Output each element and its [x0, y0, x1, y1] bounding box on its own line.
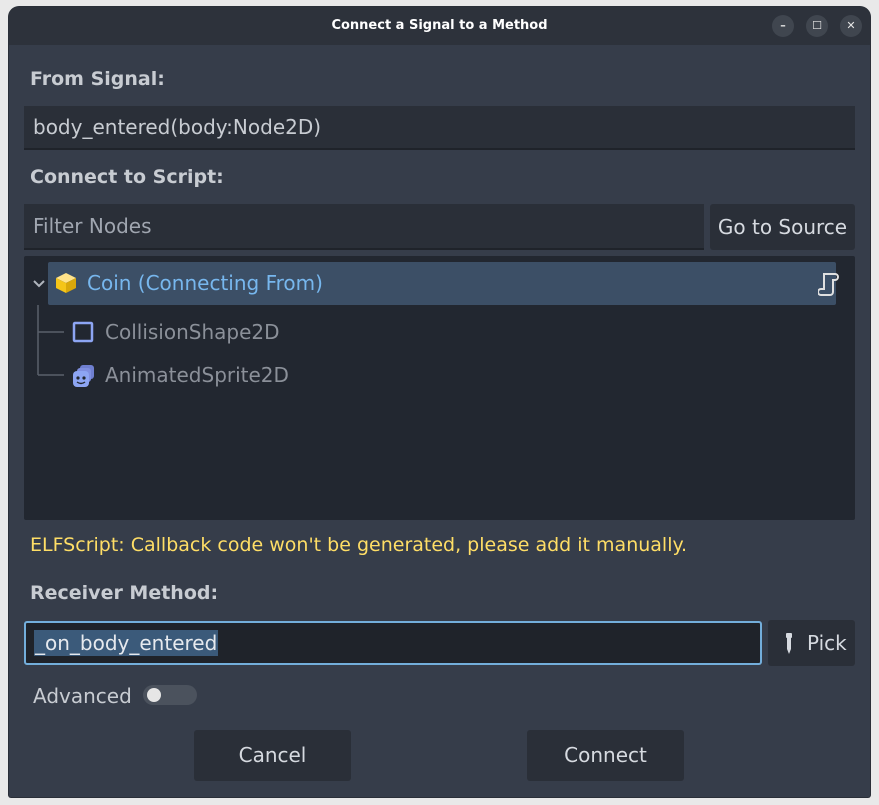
maximize-icon: ☐ — [812, 19, 822, 32]
receiver-method-label: Receiver Method: — [30, 582, 219, 604]
pick-label: Pick — [807, 631, 847, 655]
minimize-button[interactable]: – — [772, 15, 794, 37]
script-icon[interactable] — [818, 272, 840, 296]
window-title: Connect a Signal to a Method — [331, 18, 548, 33]
tree-item-label: Coin (Connecting From) — [87, 271, 323, 295]
from-signal-value: body_entered(body:Node2D) — [33, 115, 322, 139]
eyedropper-icon — [786, 633, 792, 654]
tree-guide-lines — [37, 305, 64, 376]
filter-nodes-field[interactable] — [24, 204, 704, 250]
from-signal-field[interactable]: body_entered(body:Node2D) — [24, 106, 855, 150]
tree-item-label: AnimatedSprite2D — [105, 363, 289, 387]
connect-signal-dialog: Connect a Signal to a Method – ☐ ✕ From … — [9, 7, 870, 797]
close-button[interactable]: ✕ — [840, 15, 862, 37]
title-bar: Connect a Signal to a Method – ☐ ✕ — [9, 7, 870, 45]
cancel-button[interactable]: Cancel — [194, 730, 351, 781]
connect-to-script-label: Connect to Script: — [30, 166, 224, 188]
cancel-label: Cancel — [238, 743, 307, 767]
collision-shape-icon — [72, 321, 94, 343]
filter-nodes-input[interactable] — [33, 204, 704, 248]
advanced-toggle[interactable] — [143, 685, 197, 705]
close-icon: ✕ — [846, 19, 856, 32]
chevron-down-icon[interactable] — [32, 277, 46, 291]
minimize-icon: – — [780, 19, 786, 32]
warning-message: ELFScript: Callback code won't be genera… — [30, 534, 688, 556]
tree-item-animatedsprite2d[interactable]: AnimatedSprite2D — [72, 354, 472, 397]
go-to-source-label: Go to Source — [717, 215, 848, 239]
maximize-button[interactable]: ☐ — [806, 15, 828, 37]
go-to-source-button[interactable]: Go to Source — [710, 204, 855, 250]
advanced-label: Advanced — [33, 684, 132, 708]
from-signal-label: From Signal: — [30, 68, 165, 90]
tree-item-collisionshape2d[interactable]: CollisionShape2D — [72, 311, 472, 354]
connect-button[interactable]: Connect — [527, 730, 684, 781]
pick-button[interactable]: Pick — [768, 620, 855, 666]
scene-tree: Coin (Connecting From) CollisionShape2D — [24, 256, 855, 520]
receiver-method-input[interactable]: _on_body_entered — [24, 621, 762, 665]
receiver-method-value: _on_body_entered — [34, 630, 219, 656]
tree-item-coin[interactable]: Coin (Connecting From) — [48, 262, 836, 305]
connect-label: Connect — [564, 743, 647, 767]
tree-item-label: CollisionShape2D — [105, 320, 280, 344]
toggle-knob — [147, 688, 161, 702]
node3d-cube-icon — [56, 273, 76, 293]
animated-sprite-icon — [73, 365, 94, 387]
